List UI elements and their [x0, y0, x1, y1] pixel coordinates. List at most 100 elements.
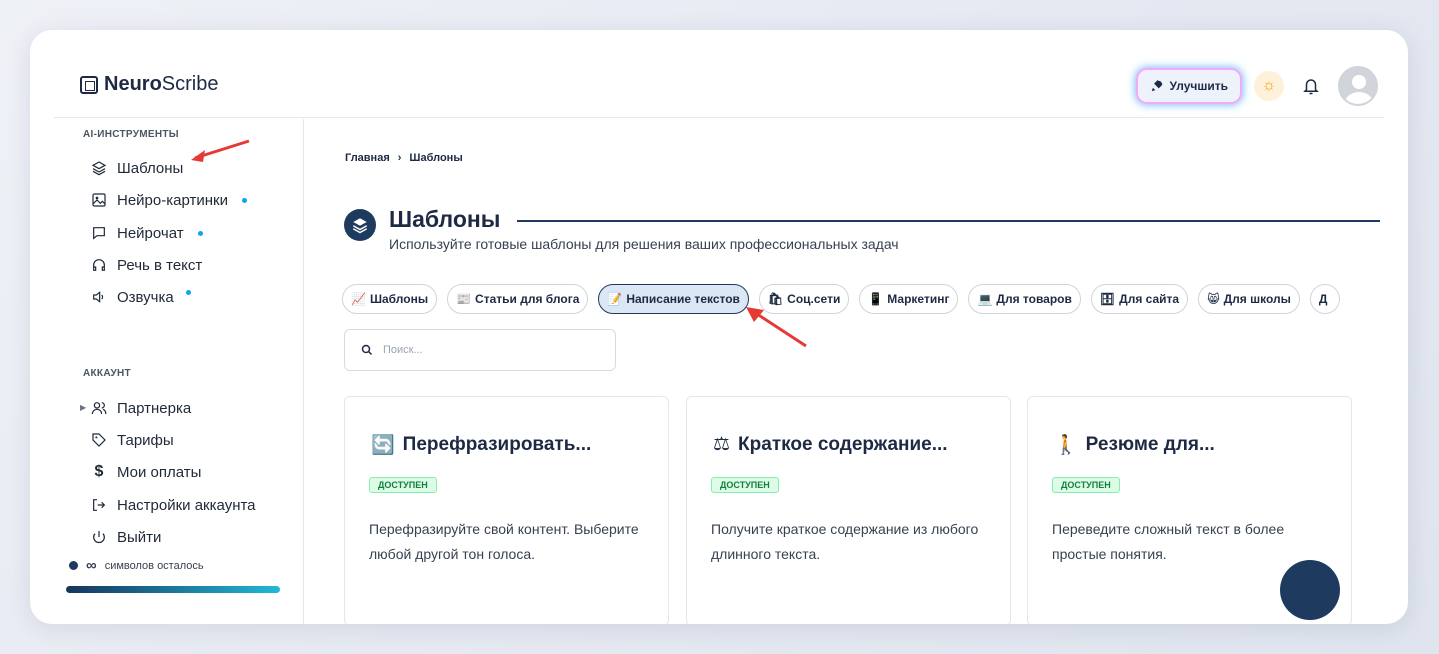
brand-name-bold: Neuro [104, 73, 162, 95]
scales-icon: ⚖ [713, 434, 731, 455]
page-title: Шаблоны [389, 206, 501, 232]
section-title-ai-tools: AI-ИНСТРУМЕНТЫ [83, 129, 179, 140]
chip-more[interactable]: Д [1309, 284, 1341, 314]
search-box [344, 329, 616, 371]
notifications-button[interactable] [1298, 73, 1324, 99]
users-icon [91, 400, 107, 416]
sidebar-item-label: Речь в текст [117, 256, 203, 274]
brand-logo[interactable]: NeuroScribe [80, 73, 219, 96]
memo-icon: 📝 [607, 292, 623, 306]
chip-label: Статьи для блога [475, 292, 580, 306]
title-divider [517, 220, 1380, 222]
refresh-icon: 🔄 [371, 435, 395, 456]
sidebar-item-label: Настройки аккаунта [117, 496, 256, 514]
card-description: Перефразируйте свой контент. Выберите лю… [369, 521, 639, 562]
sidebar-item-account-settings[interactable]: Настройки аккаунта [91, 494, 256, 516]
sidebar-item-label: Выйти [117, 528, 162, 546]
sidebar-item-neurochat[interactable]: Нейрочат [91, 222, 203, 244]
sidebar-item-logout[interactable]: Выйти [91, 526, 161, 548]
user-avatar[interactable] [1338, 66, 1378, 106]
breadcrumb-home[interactable]: Главная [345, 152, 390, 164]
search-icon [361, 344, 373, 356]
sidebar-item-partner[interactable]: Партнерка [91, 397, 191, 419]
sidebar-item-label: Нейрочат [117, 224, 184, 242]
new-dot [197, 230, 203, 236]
top-header: NeuroScribe Улучшить ☼ [54, 30, 1384, 118]
newspaper-icon: 📰 [456, 292, 472, 306]
sidebar-item-label: Шаблоны [117, 159, 184, 177]
page-subtitle: Используйте готовые шаблоны для решения … [389, 236, 899, 252]
sidebar-item-label: Нейро-картинки [117, 191, 228, 209]
template-card-paraphrase[interactable]: 🔄 Перефразировать... ДОСТУПЕН Перефразиру… [344, 396, 669, 624]
chart-icon: 📈 [351, 292, 366, 306]
bell-icon [1303, 79, 1319, 95]
rocket-icon [1151, 80, 1162, 92]
main-content: Главная › Шаблоны Шаблоны Используйте го… [305, 119, 1384, 624]
sidebar-item-label: Озвучка [117, 288, 174, 306]
template-card-summary[interactable]: ⚖ Краткое содержание... ДОСТУПЕН Получите… [686, 396, 1011, 624]
chip-products[interactable]: 💻 Для товаров [968, 284, 1081, 314]
sidebar-item-speech-to-text[interactable]: Речь в текст [91, 254, 202, 276]
sidebar-item-payments[interactable]: $ Мои оплаты [91, 461, 202, 483]
chip-label: Для товаров [996, 292, 1072, 306]
chat-icon [91, 225, 107, 241]
breadcrumb: Главная › Шаблоны [345, 152, 463, 164]
category-chips: 📈 Шаблоны 📰 Статьи для блога 📝 Написание те… [342, 284, 1384, 316]
chars-infinity: ∞ [86, 557, 97, 574]
sidebar-item-label: Партнерка [117, 399, 192, 417]
sidebar-item-neuro-images[interactable]: Нейро-картинки [91, 189, 247, 211]
section-title-account: АККАУНТ [83, 368, 131, 379]
sidebar-item-templates[interactable]: Шаблоны [91, 157, 183, 179]
cat-face-icon: 😸 [1207, 292, 1220, 306]
caret-right-icon[interactable]: ▶ [80, 403, 86, 412]
speaker-icon [91, 289, 107, 305]
upgrade-label: Улучшить [1169, 79, 1228, 93]
tag-icon [91, 432, 107, 448]
sidebar-item-voiceover[interactable]: Озвучка [91, 286, 191, 308]
annotation-arrow-sidebar [191, 139, 250, 162]
chars-remaining: ∞ символов осталось [69, 557, 204, 574]
chip-partial-label: Д [1318, 292, 1328, 306]
sidebar-item-label: Мои оплаты [117, 463, 202, 481]
chevron-right-icon: › [397, 152, 402, 164]
status-badge: ДОСТУПЕН [711, 477, 779, 493]
brand-name-rest: Scribe [161, 73, 219, 95]
card-description: Переведите сложный текст в более простые… [1052, 521, 1285, 562]
power-icon [91, 529, 107, 545]
chip-school[interactable]: 😸 Для школы [1198, 284, 1300, 314]
layers-icon [91, 160, 107, 176]
phone-icon: 📱 [868, 292, 884, 306]
status-dot [69, 561, 78, 570]
chip-marketing[interactable]: 📱 Маркетинг [859, 284, 959, 314]
sidebar-item-label: Тарифы [117, 431, 174, 449]
theme-toggle[interactable]: ☼ [1254, 71, 1284, 101]
search-input[interactable] [383, 344, 583, 356]
chip-label: Для сайта [1119, 292, 1180, 306]
headphones-icon [91, 257, 107, 273]
dollar-icon: $ [94, 463, 104, 480]
chip-label: Написание текстов [626, 292, 740, 306]
chip-templates[interactable]: 📈 Шаблоны [342, 284, 438, 314]
app-window: NeuroScribe Улучшить ☼ AI-ИНСТРУМЕНТЫ Ша… [30, 30, 1408, 624]
card-title: Краткое содержание... [738, 433, 948, 455]
status-badge: ДОСТУПЕН [369, 477, 437, 493]
cabinet-icon: 🗄 [1099, 292, 1116, 306]
chat-support-button[interactable] [1280, 560, 1340, 620]
sun-icon: ☼ [1261, 77, 1277, 94]
chip-blog-articles[interactable]: 📰 Статьи для блога [447, 284, 589, 314]
chip-website[interactable]: 🗄 Для сайта [1090, 284, 1189, 314]
upgrade-button[interactable]: Улучшить [1137, 70, 1240, 102]
layers-icon [344, 209, 376, 241]
chars-label: символов осталось [104, 559, 204, 572]
card-description: Получите краткое содержание из любого дл… [711, 521, 979, 562]
chip-writing-texts[interactable]: 📝 Написание текстов [598, 284, 749, 314]
annotation-arrow-chip [746, 307, 807, 348]
sidebar: AI-ИНСТРУМЕНТЫ Шаблоны Нейро-картинки Не… [54, 119, 304, 624]
chip-label: Маркетинг [887, 292, 950, 306]
logout-arrow-icon [91, 497, 107, 513]
breadcrumb-current: Шаблоны [409, 152, 463, 164]
card-title: Резюме для... [1085, 434, 1215, 455]
status-badge: ДОСТУПЕН [1052, 477, 1120, 493]
sidebar-item-tariffs[interactable]: Тарифы [91, 429, 174, 451]
chip-label: Для школы [1223, 292, 1291, 306]
